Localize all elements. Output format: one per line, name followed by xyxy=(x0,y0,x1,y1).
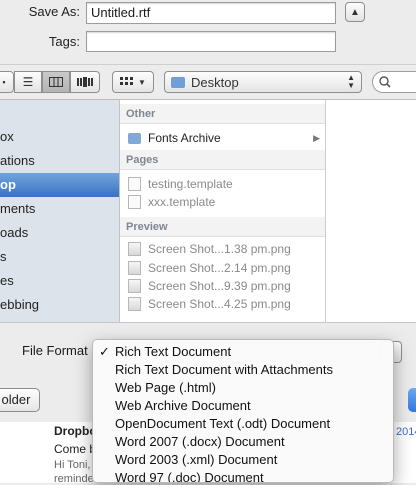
list-item[interactable]: testing.template xyxy=(120,175,325,193)
section-header: Other xyxy=(120,104,325,124)
section-header: Pages xyxy=(120,150,325,170)
file-format-menu: ✓ Rich Text Document Rich Text Document … xyxy=(92,339,394,483)
sidebar-item[interactable]: ations xyxy=(0,149,119,173)
chevron-down-icon: ▼ xyxy=(138,77,146,87)
menu-item-label: Word 2007 (.docx) Document xyxy=(115,434,285,449)
menu-item-web-archive[interactable]: Web Archive Document xyxy=(93,397,393,415)
file-name: Fonts Archive xyxy=(148,131,221,145)
column-view-button[interactable] xyxy=(42,71,70,93)
search-icon xyxy=(379,76,391,88)
sidebar-item-label: ox xyxy=(0,129,14,144)
sidebar-item-label: oads xyxy=(0,225,29,240)
sidebar-item-label: op xyxy=(0,177,16,192)
document-icon xyxy=(128,177,141,191)
menu-item-docx[interactable]: Word 2007 (.docx) Document xyxy=(93,433,393,451)
menu-item-xml[interactable]: Word 2003 (.xml) Document xyxy=(93,451,393,469)
folder-icon xyxy=(128,133,141,144)
folder-icon xyxy=(171,76,185,88)
icon-view-button[interactable]: ▪ xyxy=(0,71,14,93)
menu-item-rich-text-attachments[interactable]: Rich Text Document with Attachments xyxy=(93,361,393,379)
menu-item-label: Word 97 (.doc) Document xyxy=(115,470,264,483)
sidebar-item[interactable]: s xyxy=(0,245,119,269)
arrange-icon xyxy=(120,77,134,85)
menu-item-odt[interactable]: OpenDocument Text (.odt) Document xyxy=(93,415,393,433)
new-folder-button-label: older xyxy=(1,392,31,407)
list-item[interactable]: Screen Shot...9.39 pm.png xyxy=(120,277,325,295)
menu-item-doc[interactable]: Word 97 (.doc) Document xyxy=(93,469,393,483)
arrange-button[interactable]: ▼ xyxy=(112,71,154,93)
mail-preview-line2: reminde xyxy=(54,473,94,485)
coverflow-view-button[interactable] xyxy=(70,71,100,93)
sidebar-item-label: ments xyxy=(0,201,36,216)
sidebar-item-label: s xyxy=(0,249,7,264)
file-name: Screen Shot...4.25 pm.png xyxy=(148,297,291,311)
new-folder-button[interactable]: older xyxy=(0,388,40,412)
list-item[interactable]: Screen Shot...1.38 pm.png xyxy=(120,240,325,258)
save-as-label: Save As: xyxy=(28,4,80,19)
mail-date: 2014 xyxy=(396,426,416,438)
icon-view-icon: ▪ xyxy=(2,77,6,87)
mail-sender: Dropbo xyxy=(54,424,97,438)
expand-dialog-button[interactable]: ▲ xyxy=(345,2,365,22)
image-icon xyxy=(128,242,141,256)
sidebar-item-label: ations xyxy=(0,153,35,168)
file-name: Screen Shot...9.39 pm.png xyxy=(148,279,291,293)
document-icon xyxy=(128,195,141,209)
list-item[interactable]: Fonts Archive ▶ xyxy=(120,129,325,147)
sidebar-item-label: es xyxy=(0,273,14,288)
image-icon xyxy=(128,279,141,293)
list-item[interactable]: Screen Shot...2.14 pm.png xyxy=(120,259,325,277)
file-name: Screen Shot...2.14 pm.png xyxy=(148,261,291,275)
chevron-up-icon: ▲ xyxy=(350,6,360,18)
save-button[interactable] xyxy=(408,388,416,412)
location-label: Desktop xyxy=(191,74,239,90)
sidebar: ox ations op ments oads s es ebbing xyxy=(0,100,120,322)
menu-item-label: Rich Text Document xyxy=(115,344,232,359)
menu-item-label: Rich Text Document with Attachments xyxy=(115,362,333,377)
file-name: testing.template xyxy=(148,177,233,191)
mail-subject: Come b xyxy=(54,442,97,456)
menu-item-label: OpenDocument Text (.odt) Document xyxy=(115,416,331,431)
list-item[interactable]: Screen Shot...4.25 pm.png xyxy=(120,295,325,313)
sidebar-item-label: ebbing xyxy=(0,297,40,312)
sidebar-item-desktop[interactable]: op xyxy=(0,173,119,197)
coverflow-view-icon xyxy=(77,77,93,87)
image-icon xyxy=(128,297,141,311)
list-view-icon: ☰ xyxy=(22,75,34,89)
updown-icon: ▲ ▼ xyxy=(347,73,355,90)
search-field[interactable] xyxy=(372,71,416,93)
file-format-label: File Format xyxy=(22,343,88,358)
save-form: Save As: Untitled.rtf ▲ Tags: xyxy=(0,0,416,58)
menu-item-rich-text[interactable]: ✓ Rich Text Document xyxy=(93,343,393,361)
file-column: Other Fonts Archive ▶ Pages testing.temp… xyxy=(120,100,326,322)
sidebar-item[interactable]: ments xyxy=(0,197,119,221)
tags-label: Tags: xyxy=(48,34,80,49)
file-name: Screen Shot...1.38 pm.png xyxy=(148,242,291,256)
section-header: Preview xyxy=(120,217,325,237)
column-view-icon xyxy=(49,77,63,87)
sidebar-item[interactable]: oads xyxy=(0,221,119,245)
sidebar-item[interactable]: ebbing xyxy=(0,293,119,317)
image-icon xyxy=(128,261,141,275)
chevron-right-icon: ▶ xyxy=(313,133,320,143)
list-view-button[interactable]: ☰ xyxy=(14,71,42,93)
checkmark-icon: ✓ xyxy=(99,344,110,359)
menu-item-label: Web Archive Document xyxy=(115,398,251,413)
list-item[interactable]: xxx.template xyxy=(120,193,325,211)
save-as-field[interactable]: Untitled.rtf xyxy=(86,2,336,24)
empty-column xyxy=(326,100,416,322)
menu-item-label: Web Page (.html) xyxy=(115,380,216,395)
browser-toolbar: ▪ ☰ ▼ Desktop ▲ ▼ xyxy=(0,64,416,100)
menu-item-web-page[interactable]: Web Page (.html) xyxy=(93,379,393,397)
tags-field[interactable] xyxy=(86,31,336,52)
mail-preview-line1: Hi Toni, xyxy=(54,459,91,471)
sidebar-item[interactable]: ox xyxy=(0,125,119,149)
file-name: xxx.template xyxy=(148,195,216,209)
location-popup[interactable]: Desktop ▲ ▼ xyxy=(164,71,362,93)
sidebar-item[interactable]: es xyxy=(0,269,119,293)
menu-item-label: Word 2003 (.xml) Document xyxy=(115,452,278,467)
